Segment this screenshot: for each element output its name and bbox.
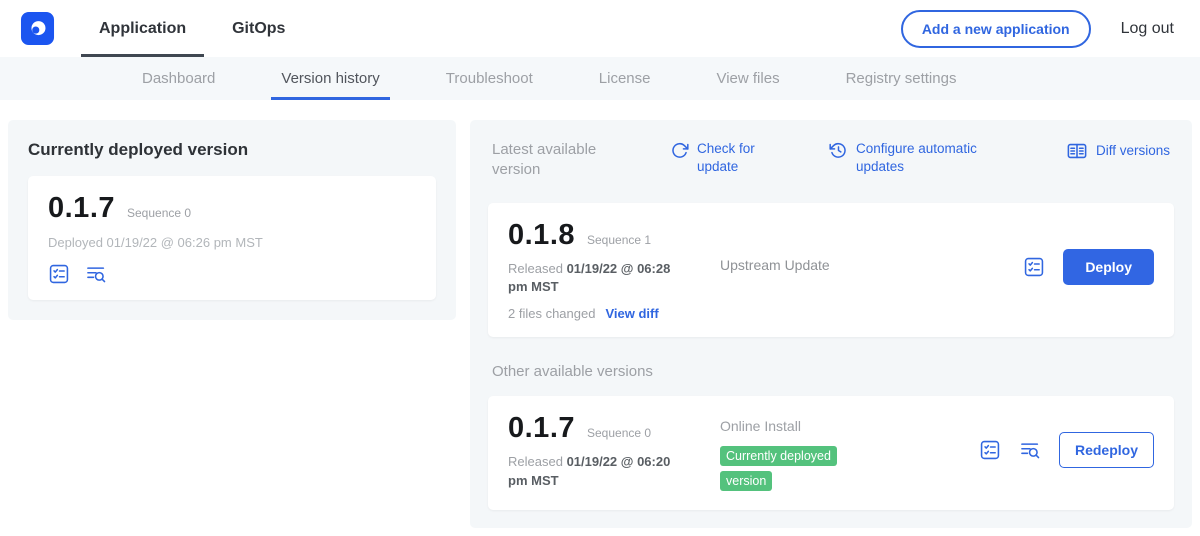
release-notes-icon[interactable] — [979, 439, 1001, 461]
currently-deployed-title: Currently deployed version — [28, 140, 436, 160]
add-application-button[interactable]: Add a new application — [901, 10, 1091, 48]
main-content: Currently deployed version 0.1.7 Sequenc… — [0, 100, 1200, 528]
latest-version-info: 0.1.8 Sequence 1 Released 01/19/22 @ 06:… — [508, 219, 720, 322]
other-released-timestamp: Released 01/19/22 @ 06:20 pm MST — [508, 453, 693, 491]
refresh-icon — [670, 141, 689, 160]
deploy-button[interactable]: Deploy — [1063, 249, 1154, 285]
other-sequence-label: Sequence 0 — [587, 426, 651, 440]
latest-files-changed-row: 2 files changed View diff — [508, 306, 720, 321]
other-version-number: 0.1.7 — [508, 412, 575, 445]
subnav-item-view-files[interactable]: View files — [716, 57, 779, 100]
logout-link[interactable]: Log out — [1121, 20, 1174, 38]
view-diff-link[interactable]: View diff — [605, 306, 658, 321]
check-for-update-label: Check for update — [697, 140, 771, 175]
diff-versions-button[interactable]: Diff versions — [1066, 140, 1170, 162]
deployed-card-actions — [48, 263, 416, 285]
top-navbar: Application GitOps Add a new application… — [0, 0, 1200, 57]
latest-available-panel: Latest available version Check for updat… — [470, 120, 1192, 528]
latest-version-number: 0.1.8 — [508, 219, 575, 252]
release-notes-icon[interactable] — [1023, 256, 1045, 278]
deployed-version-card: 0.1.7 Sequence 0 Deployed 01/19/22 @ 06:… — [28, 176, 436, 300]
history-clock-icon — [829, 141, 848, 160]
other-version-status: Online Install Currently deployed versio… — [720, 412, 979, 494]
currently-deployed-panel: Currently deployed version 0.1.7 Sequenc… — [8, 120, 456, 320]
deployed-sequence-label: Sequence 0 — [127, 206, 191, 220]
other-version-info: 0.1.7 Sequence 0 Released 01/19/22 @ 06:… — [508, 412, 720, 494]
configure-automatic-updates-button[interactable]: Configure automatic updates — [829, 140, 988, 175]
configure-automatic-updates-label: Configure automatic updates — [856, 140, 988, 175]
files-changed-label: 2 files changed — [508, 306, 595, 321]
tab-application[interactable]: Application — [99, 0, 186, 57]
release-notes-icon[interactable] — [48, 263, 70, 285]
redeploy-button[interactable]: Redeploy — [1059, 432, 1154, 468]
deployed-version-row: 0.1.7 Sequence 0 — [48, 192, 416, 225]
other-card-actions: Redeploy — [979, 432, 1154, 474]
latest-version-card: 0.1.8 Sequence 1 Released 01/19/22 @ 06:… — [488, 203, 1174, 338]
other-versions-title: Other available versions — [492, 363, 1174, 380]
subnav-item-troubleshoot[interactable]: Troubleshoot — [446, 57, 533, 100]
subnav-item-dashboard[interactable]: Dashboard — [142, 57, 215, 100]
other-version-card: 0.1.7 Sequence 0 Released 01/19/22 @ 06:… — [488, 396, 1174, 510]
latest-source-label: Upstream Update — [720, 257, 1023, 283]
latest-card-actions: Deploy — [1023, 249, 1154, 291]
file-search-icon[interactable] — [85, 263, 107, 285]
subnav-item-version-history[interactable]: Version history — [281, 57, 379, 100]
subnav-item-registry-settings[interactable]: Registry settings — [846, 57, 957, 100]
latest-panel-header: Latest available version Check for updat… — [488, 140, 1174, 181]
check-for-update-button[interactable]: Check for update — [670, 140, 771, 175]
latest-sequence-label: Sequence 1 — [587, 233, 651, 247]
diff-table-icon — [1066, 140, 1088, 162]
currently-deployed-badge-wrap: Currently deployed version — [720, 444, 870, 494]
topnav-right: Add a new application Log out — [901, 10, 1174, 48]
app-logo — [20, 11, 55, 46]
tab-gitops[interactable]: GitOps — [232, 0, 285, 57]
file-search-icon[interactable] — [1019, 439, 1041, 461]
other-source-label: Online Install — [720, 418, 979, 434]
deployed-timestamp: Deployed 01/19/22 @ 06:26 pm MST — [48, 235, 416, 250]
deployed-version-number: 0.1.7 — [48, 192, 115, 225]
subnav-item-license[interactable]: License — [599, 57, 651, 100]
latest-available-title: Latest available version — [492, 140, 642, 181]
currently-deployed-badge: Currently deployed version — [720, 446, 837, 491]
diff-versions-label: Diff versions — [1096, 142, 1170, 160]
app-subnav: Dashboard Version history Troubleshoot L… — [0, 57, 1200, 100]
latest-released-timestamp: Released 01/19/22 @ 06:28 pm MST — [508, 260, 693, 298]
top-tab-bar: Application GitOps — [99, 0, 331, 57]
